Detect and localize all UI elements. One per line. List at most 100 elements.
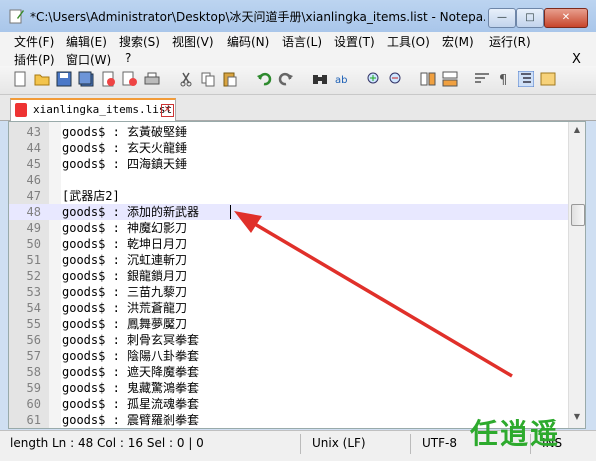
copy-icon[interactable]	[200, 71, 216, 87]
line-number: 53	[26, 285, 41, 299]
line-number: 46	[26, 173, 41, 187]
line-text[interactable]: goods$ : 陰陽八卦拳套	[62, 348, 199, 364]
new-file-icon[interactable]	[12, 71, 28, 87]
scroll-down-icon[interactable]: ▼	[571, 412, 583, 424]
editor-line[interactable]: 48 goods$ : 添加的新武器	[9, 204, 568, 220]
line-text[interactable]: goods$ : 遮天降魔拳套	[62, 364, 199, 380]
line-number: 48	[26, 205, 41, 219]
line-text[interactable]: goods$ : 神魔幻影刀	[62, 220, 187, 236]
line-number: 56	[26, 333, 41, 347]
line-text[interactable]: goods$ : 洪荒蒼龍刀	[62, 300, 187, 316]
status-encoding: UTF-8	[422, 436, 457, 450]
editor-line[interactable]: 49 goods$ : 神魔幻影刀	[9, 220, 568, 236]
line-text[interactable]: goods$ : 乾坤日月刀	[62, 236, 187, 252]
scroll-up-icon[interactable]: ▲	[571, 125, 583, 137]
editor-line[interactable]: 58 goods$ : 遮天降魔拳套	[9, 364, 568, 380]
user-language-icon[interactable]	[540, 71, 556, 87]
menu-encoding[interactable]: 编码(N)	[227, 33, 269, 50]
status-eol: Unix (LF)	[312, 436, 366, 450]
editor-line[interactable]: 56 goods$ : 刺骨玄冥拳套	[9, 332, 568, 348]
svg-text:¶: ¶	[499, 73, 507, 87]
cut-icon[interactable]	[178, 71, 194, 87]
line-number: 59	[26, 381, 41, 395]
tab-close-icon[interactable]: ✕	[161, 104, 174, 117]
editor-line[interactable]: 55 goods$ : 鳳舞夢魘刀	[9, 316, 568, 332]
line-text[interactable]: [武器店2]	[62, 188, 120, 204]
line-number: 49	[26, 221, 41, 235]
line-text[interactable]: goods$ : 添加的新武器	[62, 204, 199, 220]
redo-icon[interactable]	[278, 71, 294, 87]
editor-line[interactable]: 60 goods$ : 孤星流魂拳套	[9, 396, 568, 412]
find-icon[interactable]	[312, 71, 328, 87]
sync-horizontal-icon[interactable]	[442, 71, 458, 87]
modified-file-icon	[15, 103, 27, 117]
status-length: length	[10, 436, 49, 450]
word-wrap-icon[interactable]	[474, 71, 490, 87]
editor-line[interactable]: 54 goods$ : 洪荒蒼龍刀	[9, 300, 568, 316]
menu-edit[interactable]: 编辑(E)	[66, 33, 107, 50]
show-all-chars-icon[interactable]: ¶	[496, 71, 512, 87]
menu-run[interactable]: 运行(R)	[489, 33, 531, 50]
menu-tools[interactable]: 工具(O)	[387, 33, 430, 50]
editor-line[interactable]: 50 goods$ : 乾坤日月刀	[9, 236, 568, 252]
tab-xianlingka-items[interactable]: xianlingka_items.list ✕	[10, 98, 176, 121]
menu-macro[interactable]: 宏(M)	[442, 33, 474, 50]
line-text[interactable]: goods$ : 刺骨玄冥拳套	[62, 332, 199, 348]
text-editor[interactable]: 43 goods$ : 玄黃破堅錘 44 goods$ : 玄天火龍錘 45 goods$…	[8, 121, 586, 429]
menu-language[interactable]: 语言(L)	[282, 33, 322, 50]
line-text[interactable]: goods$ : 三苗九藜刀	[62, 284, 187, 300]
line-text[interactable]: goods$ : 玄天火龍錘	[62, 140, 187, 156]
close-file-icon[interactable]	[100, 71, 116, 87]
zoom-in-icon[interactable]	[366, 71, 382, 87]
menu-help[interactable]: ?	[125, 51, 131, 65]
menu-view[interactable]: 视图(V)	[172, 33, 214, 50]
minimize-button[interactable]: —	[488, 8, 516, 28]
line-text[interactable]: goods$ : 四海鎮天錘	[62, 156, 187, 172]
editor-line[interactable]: 43 goods$ : 玄黃破堅錘	[9, 124, 568, 140]
line-text[interactable]: goods$ : 沉虹連斬刀	[62, 252, 187, 268]
close-all-icon[interactable]	[122, 71, 138, 87]
undo-icon[interactable]	[256, 71, 272, 87]
save-all-icon[interactable]	[78, 71, 94, 87]
indent-guide-icon[interactable]	[518, 71, 534, 87]
editor-line[interactable]: 51 goods$ : 沉虹連斬刀	[9, 252, 568, 268]
text-caret	[230, 205, 231, 219]
line-text[interactable]: goods$ : 玄黃破堅錘	[62, 124, 187, 140]
vertical-scrollbar[interactable]: ▲ ▼	[568, 122, 585, 428]
close-document-x[interactable]: X	[572, 52, 581, 67]
menu-file[interactable]: 文件(F)	[14, 33, 54, 50]
menu-search[interactable]: 搜索(S)	[119, 33, 160, 50]
scroll-thumb[interactable]	[571, 204, 585, 226]
zoom-out-icon[interactable]	[388, 71, 404, 87]
line-number: 55	[26, 317, 41, 331]
line-text[interactable]: goods$ : 鬼藏驚鴻拳套	[62, 380, 199, 396]
editor-line[interactable]: 59 goods$ : 鬼藏驚鴻拳套	[9, 380, 568, 396]
editor-line[interactable]: 47 [武器店2]	[9, 188, 568, 204]
replace-icon[interactable]: ab	[334, 71, 350, 87]
line-text[interactable]: goods$ : 鳳舞夢魘刀	[62, 316, 187, 332]
window-title: *C:\Users\Administrator\Desktop\冰天问道手册\x…	[30, 10, 485, 24]
save-icon[interactable]	[56, 71, 72, 87]
print-icon[interactable]	[144, 71, 160, 87]
line-text[interactable]: goods$ : 銀龍鎖月刀	[62, 268, 187, 284]
line-number: 43	[26, 125, 41, 139]
sync-vertical-icon[interactable]	[420, 71, 436, 87]
editor-line[interactable]: 57 goods$ : 陰陽八卦拳套	[9, 348, 568, 364]
maximize-button[interactable]: □	[516, 8, 544, 28]
editor-line[interactable]: 45 goods$ : 四海鎮天錘	[9, 156, 568, 172]
editor-line[interactable]: 46	[9, 172, 568, 188]
tab-bar: xianlingka_items.list ✕	[0, 95, 596, 121]
menu-settings[interactable]: 设置(T)	[334, 33, 375, 50]
title-bar: *C:\Users\Administrator\Desktop\冰天问道手册\x…	[0, 0, 596, 32]
svg-text:ab: ab	[335, 75, 347, 86]
editor-line[interactable]: 52 goods$ : 銀龍鎖月刀	[9, 268, 568, 284]
close-button[interactable]: ✕	[544, 8, 588, 28]
editor-line[interactable]: 44 goods$ : 玄天火龍錘	[9, 140, 568, 156]
open-file-icon[interactable]	[34, 71, 50, 87]
line-text[interactable]: goods$ : 孤星流魂拳套	[62, 396, 199, 412]
paste-icon[interactable]	[222, 71, 238, 87]
line-text[interactable]: goods$ : 震臂羅剎拳套	[62, 412, 199, 428]
toolbar: ab ¶	[0, 66, 596, 95]
line-number: 57	[26, 349, 41, 363]
editor-line[interactable]: 53 goods$ : 三苗九藜刀	[9, 284, 568, 300]
